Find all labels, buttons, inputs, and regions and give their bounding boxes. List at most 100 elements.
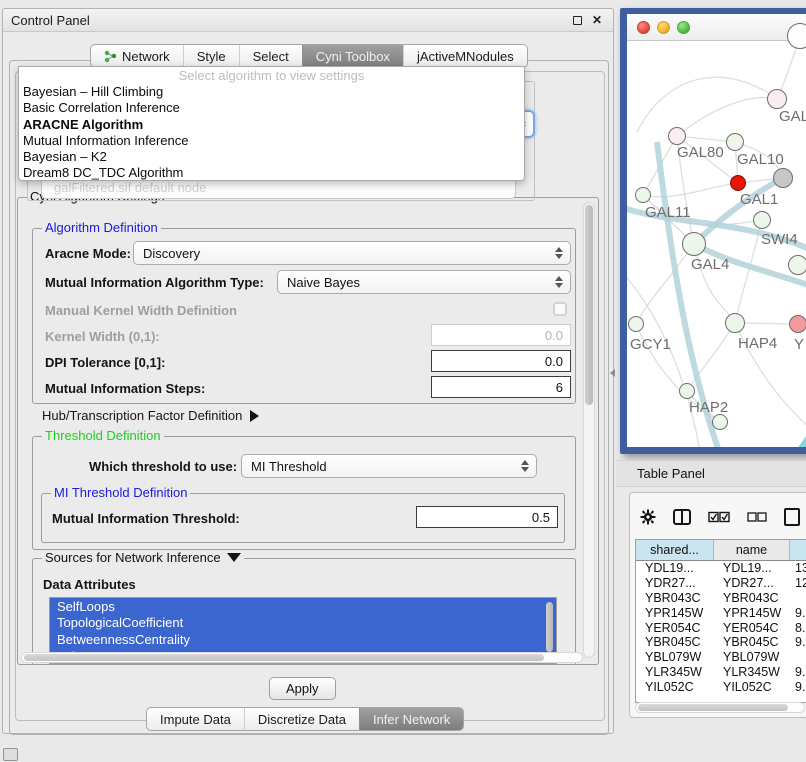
cell: YDR27... bbox=[714, 576, 790, 590]
network-node[interactable] bbox=[712, 414, 728, 430]
tab-infer-network[interactable]: Infer Network bbox=[359, 708, 463, 730]
table-row[interactable]: YIL052C YIL052C 9. bbox=[636, 679, 806, 694]
network-node[interactable] bbox=[628, 316, 644, 332]
network-node[interactable] bbox=[679, 383, 695, 399]
mac-minimize-icon[interactable] bbox=[657, 21, 670, 34]
algorithm-option[interactable]: Bayesian – Hill Climbing bbox=[19, 84, 524, 100]
tab-style[interactable]: Style bbox=[183, 45, 239, 67]
settings-horizontal-scrollbar[interactable] bbox=[21, 652, 583, 663]
which-threshold-combo[interactable]: MI Threshold bbox=[241, 454, 537, 478]
column-header-name[interactable]: name bbox=[714, 540, 790, 560]
attributes-scrollbar-thumb[interactable] bbox=[546, 602, 553, 652]
mi-algorithm-type-value: Naive Bayes bbox=[287, 275, 360, 290]
network-node[interactable] bbox=[788, 255, 806, 275]
threshold-definition-group: Threshold Definition Which threshold to … bbox=[32, 436, 576, 550]
desktop: { "control_panel": { "title": "Control P… bbox=[0, 0, 806, 762]
network-node[interactable] bbox=[726, 133, 744, 151]
algorithm-option[interactable]: Mutual Information Inference bbox=[19, 133, 524, 149]
table-row[interactable]: YPR145W YPR145W 9. bbox=[636, 605, 806, 620]
kernel-width-field[interactable]: 0.0 bbox=[431, 324, 571, 346]
deselect-all-checkboxes-icon[interactable] bbox=[747, 512, 767, 522]
node-label: SWI4 bbox=[761, 231, 798, 248]
node-table[interactable]: shared... name A YDL19... YDL19... 13 YD… bbox=[635, 539, 806, 703]
collapse-down-arrow-icon bbox=[227, 553, 241, 562]
manual-kernel-checkbox[interactable] bbox=[553, 302, 567, 316]
table-row[interactable]: YBR043C YBR043C bbox=[636, 591, 806, 606]
dpi-tolerance-field[interactable]: 0.0 bbox=[431, 350, 571, 372]
table-panel-title: Table Panel bbox=[637, 466, 705, 481]
attribute-item-selected[interactable]: SelfLoops bbox=[50, 598, 556, 615]
mi-algorithm-type-combo[interactable]: Naive Bayes bbox=[277, 270, 571, 294]
tab-discretize-data[interactable]: Discretize Data bbox=[244, 708, 359, 730]
tab-network[interactable]: Network bbox=[91, 45, 183, 67]
mi-type-label: Mutual Information Algorithm Type: bbox=[45, 275, 264, 290]
sources-group-title: Sources for Network Inference bbox=[45, 550, 221, 565]
table-row[interactable]: YER054C YER054C 8. bbox=[636, 620, 806, 635]
network-canvas[interactable]: GAL GAL80 GAL10 GAL1 GAL11 SWI4 GAL4 GCY… bbox=[627, 42, 806, 447]
settings-vertical-scrollbar[interactable] bbox=[583, 202, 595, 658]
tab-jactivemnodules[interactable]: jActiveMNodules bbox=[403, 45, 527, 67]
column-header-partial[interactable]: A bbox=[790, 540, 806, 560]
settings-horizontal-scrollbar-thumb[interactable] bbox=[24, 654, 544, 661]
split-columns-icon[interactable] bbox=[673, 509, 691, 525]
cell: 9. bbox=[790, 635, 806, 649]
mi-threshold-definition-title: MI Threshold Definition bbox=[51, 485, 190, 500]
node-label: GAL80 bbox=[677, 144, 724, 161]
attribute-item-selected[interactable]: TopologicalCoefficient bbox=[50, 615, 556, 632]
sources-group-header[interactable]: Sources for Network Inference bbox=[42, 550, 244, 565]
mac-zoom-icon[interactable] bbox=[677, 21, 690, 34]
network-node[interactable] bbox=[682, 232, 706, 256]
float-window-icon[interactable] bbox=[569, 12, 585, 28]
table-toolbar bbox=[640, 503, 806, 531]
network-node[interactable] bbox=[730, 175, 746, 191]
cell: 9. bbox=[790, 606, 806, 620]
table-panel-header: Table Panel bbox=[616, 460, 806, 487]
splitter-collapse-icon[interactable] bbox=[610, 369, 615, 377]
hub-definition-expander[interactable]: Hub/Transcription Factor Definition bbox=[42, 408, 259, 423]
apply-button[interactable]: Apply bbox=[269, 677, 336, 700]
mac-close-icon[interactable] bbox=[637, 21, 650, 34]
table-row[interactable]: YLR345W YLR345W 9. bbox=[636, 665, 806, 680]
network-node[interactable] bbox=[725, 313, 745, 333]
tab-cyni-toolbox[interactable]: Cyni Toolbox bbox=[302, 45, 403, 67]
table-horizontal-scrollbar[interactable] bbox=[635, 702, 805, 713]
mi-steps-field[interactable]: 6 bbox=[431, 376, 571, 398]
mi-threshold-field[interactable]: 0.5 bbox=[416, 506, 558, 528]
table-horizontal-scrollbar-thumb[interactable] bbox=[638, 704, 788, 711]
cell: YDL19... bbox=[714, 561, 790, 575]
node-label: GAL11 bbox=[645, 204, 691, 221]
table-row[interactable]: YBR045C YBR045C 9. bbox=[636, 635, 806, 650]
network-node[interactable] bbox=[668, 127, 686, 145]
table-row[interactable]: YDL19... YDL19... 13 bbox=[636, 561, 806, 576]
aracne-mode-combo[interactable]: Discovery bbox=[133, 241, 571, 265]
table-row[interactable]: YBL079W YBL079W bbox=[636, 650, 806, 665]
tab-jactivemnodules-label: jActiveMNodules bbox=[417, 49, 514, 64]
tab-discretize-data-label: Discretize Data bbox=[258, 712, 346, 727]
threshold-definition-title: Threshold Definition bbox=[42, 428, 164, 443]
cell: YBR043C bbox=[636, 591, 714, 605]
algorithm-option[interactable]: Basic Correlation Inference bbox=[19, 100, 524, 116]
column-header-shared[interactable]: shared... bbox=[636, 540, 714, 560]
table-row[interactable]: YDR27... YDR27... 12 bbox=[636, 576, 806, 591]
mi-threshold-definition-group: MI Threshold Definition Mutual Informati… bbox=[41, 493, 565, 543]
network-node[interactable] bbox=[789, 315, 806, 333]
settings-gear-icon[interactable] bbox=[640, 509, 656, 525]
table-document-icon[interactable] bbox=[784, 508, 800, 526]
attribute-item-selected[interactable]: BetweennessCentrality bbox=[50, 631, 556, 648]
settings-vertical-scrollbar-thumb[interactable] bbox=[585, 205, 593, 405]
tab-select[interactable]: Select bbox=[239, 45, 302, 67]
cell: YBR043C bbox=[714, 591, 790, 605]
network-node[interactable] bbox=[767, 89, 787, 109]
tab-select-label: Select bbox=[253, 49, 289, 64]
network-node[interactable] bbox=[753, 211, 771, 229]
close-icon[interactable]: ✕ bbox=[589, 12, 605, 28]
network-node[interactable] bbox=[635, 187, 651, 203]
network-node[interactable] bbox=[773, 168, 793, 188]
algorithm-option-selected[interactable]: ARACNE Algorithm bbox=[19, 117, 524, 133]
algorithm-option[interactable]: Dream8 DC_TDC Algorithm bbox=[19, 165, 524, 181]
select-all-checkboxes-icon[interactable] bbox=[708, 511, 730, 523]
minimized-panel-icon[interactable] bbox=[3, 748, 18, 761]
network-node[interactable] bbox=[787, 23, 806, 49]
algorithm-option[interactable]: Bayesian – K2 bbox=[19, 149, 524, 165]
tab-impute-data[interactable]: Impute Data bbox=[147, 708, 244, 730]
